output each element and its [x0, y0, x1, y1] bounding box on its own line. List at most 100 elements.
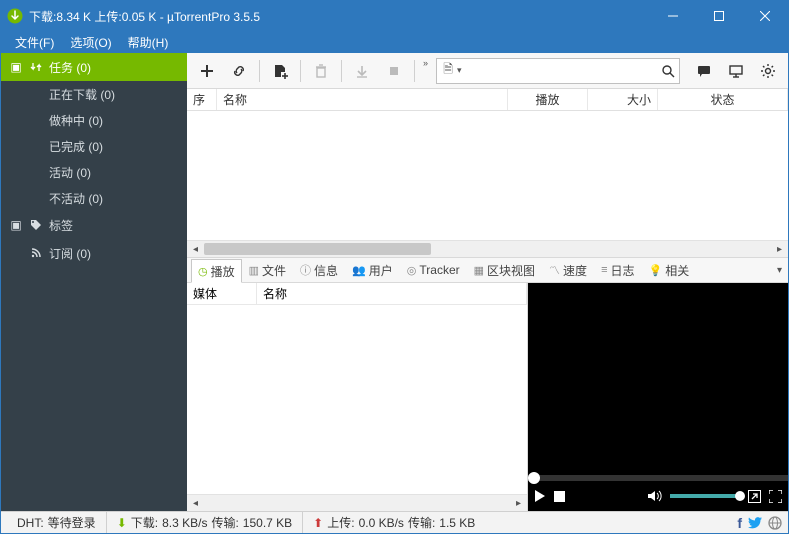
scroll-track[interactable] — [204, 495, 510, 511]
popout-button[interactable] — [748, 490, 761, 503]
minimize-button[interactable] — [650, 1, 696, 31]
delete-button[interactable] — [307, 57, 335, 85]
app-logo-icon — [7, 8, 23, 24]
toolbar-separator — [300, 60, 301, 82]
tab-tracker[interactable]: ◎Tracker — [400, 258, 467, 282]
maximize-button[interactable] — [696, 1, 742, 31]
bulb-icon: 💡 — [649, 264, 663, 277]
tab-pieces[interactable]: ▦区块视图 — [467, 258, 542, 282]
sidebar-item-completed[interactable]: 已完成 (0) — [1, 133, 187, 159]
stop-button[interactable] — [380, 57, 408, 85]
network-status-icon[interactable] — [768, 516, 782, 530]
close-button[interactable] — [742, 1, 788, 31]
start-button[interactable] — [348, 57, 376, 85]
volume-slider[interactable] — [670, 494, 740, 498]
menu-options[interactable]: 选项(O) — [62, 32, 119, 53]
search-icon[interactable] — [661, 64, 675, 78]
tab-files[interactable]: ▥文件 — [242, 258, 293, 282]
status-dht[interactable]: DHT: 等待登录 — [7, 512, 106, 533]
play-button[interactable] — [534, 490, 546, 502]
sidebar: ▣ 任务 (0) 正在下载 (0) 做种中 (0) 已完成 (0) 活动 (0)… — [1, 53, 187, 511]
col-play[interactable]: 播放 — [508, 89, 588, 110]
twitter-icon[interactable] — [748, 517, 762, 529]
info-icon: ⓘ — [300, 262, 311, 278]
titlebar[interactable]: 下载:8.34 K 上传:0.05 K - µTorrentPro 3.5.5 — [1, 1, 788, 31]
seek-bar[interactable] — [528, 475, 788, 481]
file-icon: 🗎 — [441, 60, 455, 81]
video-area[interactable] — [528, 283, 788, 475]
scroll-track[interactable] — [204, 241, 771, 257]
search-box[interactable]: 🗎 ▾ — [436, 58, 680, 84]
status-dht-value: 等待登录 — [48, 514, 96, 531]
chat-button[interactable] — [690, 57, 718, 85]
sidebar-item-active[interactable]: 活动 (0) — [1, 159, 187, 185]
settings-button[interactable] — [754, 57, 782, 85]
transfer-icon — [29, 60, 43, 74]
detail-columns: 媒体 名称 — [187, 283, 527, 305]
users-icon: 👥 — [352, 264, 366, 277]
seek-knob[interactable] — [528, 472, 540, 484]
statusbar: DHT: 等待登录 ⬇ 下载: 8.3 KB/s 传输: 150.7 KB ⬆ … — [1, 511, 788, 533]
menu-file[interactable]: 文件(F) — [7, 32, 62, 53]
col-index[interactable]: 序 — [187, 89, 217, 110]
menu-help[interactable]: 帮助(H) — [120, 32, 177, 53]
toolbar: » 🗎 ▾ — [187, 53, 788, 89]
sidebar-group-tasks[interactable]: ▣ 任务 (0) — [1, 53, 187, 81]
detail-tabs: ◷播放 ▥文件 ⓘ信息 👥用户 ◎Tracker ▦区块视图 〽速度 ≡日志 💡… — [187, 257, 788, 283]
sidebar-feeds-label: 订阅 (0) — [49, 245, 91, 262]
detail-col-name[interactable]: 名称 — [257, 283, 527, 304]
tab-related[interactable]: 💡相关 — [642, 258, 697, 282]
sidebar-group-feeds[interactable]: 订阅 (0) — [1, 239, 187, 267]
scroll-right-icon[interactable]: ▸ — [510, 498, 527, 509]
add-url-button[interactable] — [225, 57, 253, 85]
detail-left: 媒体 名称 ◂ ▸ — [187, 283, 528, 511]
sidebar-item-downloading[interactable]: 正在下载 (0) — [1, 81, 187, 107]
scroll-left-icon[interactable]: ◂ — [187, 498, 204, 509]
col-name[interactable]: 名称 — [217, 89, 508, 110]
torrent-list-hscroll[interactable]: ◂ ▸ — [187, 240, 788, 257]
create-torrent-button[interactable] — [266, 57, 294, 85]
fullscreen-button[interactable] — [769, 490, 782, 503]
remote-button[interactable] — [722, 57, 750, 85]
facebook-icon[interactable]: f — [737, 515, 742, 531]
detail-body[interactable] — [187, 305, 527, 494]
volume-knob[interactable] — [735, 491, 745, 501]
menubar: 文件(F) 选项(O) 帮助(H) — [1, 31, 788, 53]
chart-icon: 〽 — [549, 262, 560, 278]
clock-icon: ◷ — [198, 265, 208, 278]
detail-hscroll[interactable]: ◂ ▸ — [187, 494, 527, 511]
tab-info[interactable]: ⓘ信息 — [293, 258, 345, 282]
torrent-list[interactable] — [187, 111, 788, 240]
detail-pane: 媒体 名称 ◂ ▸ — [187, 283, 788, 511]
volume-icon[interactable] — [648, 490, 662, 502]
down-arrow-icon: ⬇ — [117, 516, 127, 530]
status-upload[interactable]: ⬆ 上传: 0.0 KB/s 传输: 1.5 KB — [302, 512, 485, 533]
status-download[interactable]: ⬇ 下载: 8.3 KB/s 传输: 150.7 KB — [106, 512, 302, 533]
scroll-thumb[interactable] — [204, 243, 431, 255]
tab-play[interactable]: ◷播放 — [191, 259, 242, 283]
window-title: 下载:8.34 K 上传:0.05 K - µTorrentPro 3.5.5 — [29, 8, 650, 25]
tab-log[interactable]: ≡日志 — [594, 258, 641, 282]
list-icon: ≡ — [601, 264, 607, 276]
sidebar-group-tags[interactable]: ▣ 标签 — [1, 211, 187, 239]
expand-icon: ▣ — [9, 218, 23, 232]
tab-peers[interactable]: 👥用户 — [345, 258, 400, 282]
sidebar-item-inactive[interactable]: 不活动 (0) — [1, 185, 187, 211]
add-torrent-button[interactable] — [193, 57, 221, 85]
scroll-right-icon[interactable]: ▸ — [771, 244, 788, 255]
col-status[interactable]: 状态 — [658, 89, 788, 110]
scroll-left-icon[interactable]: ◂ — [187, 244, 204, 255]
search-input[interactable] — [466, 60, 661, 82]
col-size[interactable]: 大小 — [588, 89, 658, 110]
toolbar-overflow-icon[interactable]: » — [421, 58, 430, 68]
sidebar-item-seeding[interactable]: 做种中 (0) — [1, 107, 187, 133]
stop-button[interactable] — [554, 491, 565, 502]
sidebar-tags-label: 标签 — [49, 217, 73, 234]
grid-icon: ▦ — [474, 264, 484, 277]
toolbar-separator — [414, 60, 415, 82]
dropdown-icon[interactable]: ▾ — [457, 65, 462, 76]
tabs-dropdown-icon[interactable]: ▾ — [777, 265, 782, 276]
detail-col-media[interactable]: 媒体 — [187, 283, 257, 304]
toolbar-separator — [259, 60, 260, 82]
tab-speed[interactable]: 〽速度 — [542, 258, 594, 282]
